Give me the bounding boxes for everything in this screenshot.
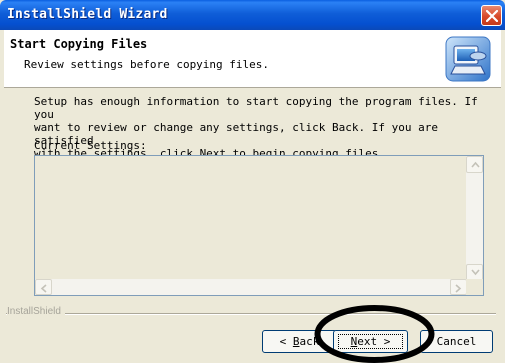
- wizard-header: Start Copying Files Review settings befo…: [4, 30, 501, 88]
- horizontal-scrollbar[interactable]: [35, 279, 467, 295]
- chevron-right-icon: [455, 284, 462, 293]
- chevron-down-icon: [471, 269, 480, 276]
- back-label-mnemonic: B: [292, 335, 300, 348]
- window-title: InstallShield Wizard: [7, 7, 168, 22]
- vertical-scrollbar[interactable]: [466, 156, 483, 281]
- installshield-wizard-window: InstallShield Wizard Start Copying Files…: [0, 0, 505, 363]
- scroll-right-button[interactable]: [450, 279, 467, 295]
- title-bar[interactable]: InstallShield Wizard: [0, 0, 505, 30]
- header-subtitle: Review settings before copying files.: [24, 58, 270, 71]
- chevron-left-icon: [40, 284, 47, 293]
- scroll-up-button[interactable]: [466, 156, 483, 173]
- installshield-brand: InstallShield: [7, 306, 65, 317]
- header-title: Start Copying Files: [10, 37, 148, 51]
- close-button[interactable]: [481, 5, 502, 26]
- back-label-prefix: <: [279, 335, 293, 348]
- computer-setup-icon: [445, 36, 491, 82]
- highlight-ellipse-annotation: [314, 305, 435, 363]
- current-settings-label: Current Settings:: [34, 139, 147, 152]
- close-icon: [486, 10, 498, 22]
- scroll-left-button[interactable]: [35, 279, 52, 295]
- current-settings-textbox[interactable]: [34, 155, 484, 296]
- scrollbar-corner: [466, 279, 483, 295]
- chevron-up-icon: [471, 161, 480, 168]
